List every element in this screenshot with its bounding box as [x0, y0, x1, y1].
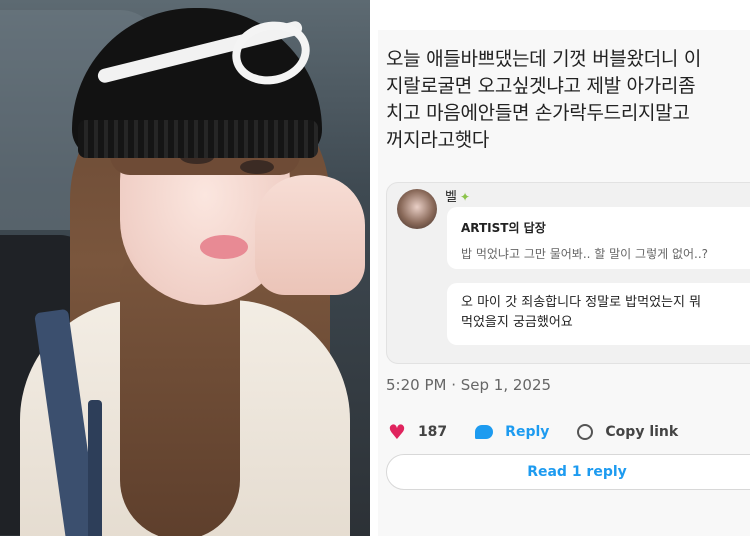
reply-label: Reply: [505, 424, 550, 440]
username-text: 벨: [445, 190, 457, 205]
like-button[interactable]: ♥ 187: [388, 422, 447, 442]
link-icon: [577, 424, 594, 440]
butterfly-icon: ✦: [459, 190, 471, 204]
like-count: 187: [417, 424, 448, 440]
avatar[interactable]: [397, 189, 437, 229]
photo-lips: [200, 235, 248, 259]
user-reply-text: 오 마이 갓 죄송합니다 정말로 밥먹었는지 뭐 먹었을지 궁금했어요: [461, 295, 702, 330]
photo-overall-strap-2: [88, 400, 102, 536]
quoted-reply-card[interactable]: 벨 ✦ ARTIST의 답장 밥 먹었냐고 그만 물어봐.. 할 말이 그렇게 없…: [386, 182, 750, 364]
reply-button[interactable]: Reply: [475, 424, 549, 440]
profile-photo: [0, 0, 370, 536]
photo-eye-right: [240, 160, 274, 174]
copy-link-button[interactable]: Copy link: [577, 424, 678, 440]
post-panel: 오늘 애들바쁘댔는데 기껏 버블왔더니 이 지랄로굴면 오고싶겟냐고 제발 아가…: [378, 30, 750, 536]
user-reply-bubble: 오 마이 갓 죄송합니다 정말로 밥먹었는지 뭐 먹었을지 궁금했어요: [447, 283, 750, 345]
reply-username: 벨 ✦: [445, 186, 470, 205]
beanie-rib: [78, 120, 318, 158]
post-text: 오늘 애들바쁘댔는데 기껏 버블왔더니 이 지랄로굴면 오고싶겟냐고 제발 아가…: [386, 48, 702, 151]
heart-icon: ♥: [388, 420, 406, 444]
post-timestamp[interactable]: 5:20 PM · Sep 1, 2025: [386, 376, 551, 394]
photo-hand: [255, 175, 365, 295]
read-replies-button[interactable]: Read 1 reply: [386, 454, 750, 490]
artist-reply-bubble: ARTIST의 답장 밥 먹었냐고 그만 물어봐.. 할 말이 그렇게 없어..…: [447, 207, 750, 269]
artist-label: ARTIST의 답장: [461, 221, 546, 235]
artist-reply-text: 밥 먹었냐고 그만 물어봐.. 할 말이 그렇게 없어..?: [461, 247, 709, 261]
action-bar: ♥ 187 Reply Copy link: [388, 420, 706, 444]
copy-link-label: Copy link: [605, 424, 679, 440]
reply-bubble-icon: [475, 425, 494, 439]
